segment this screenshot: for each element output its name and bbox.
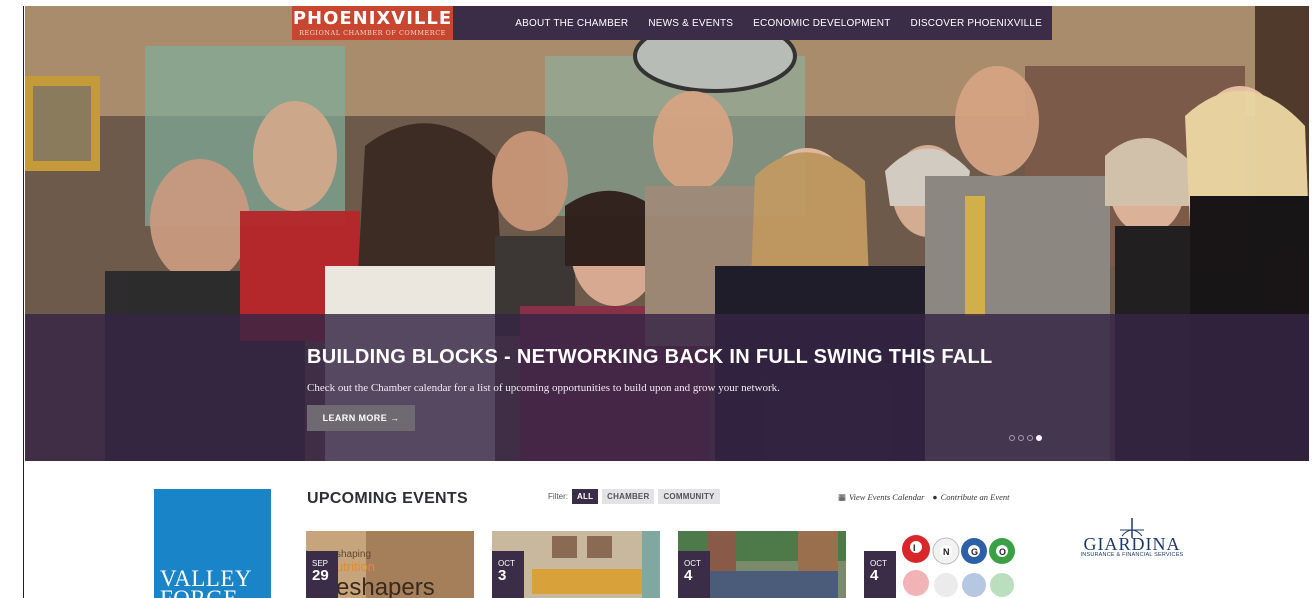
hero-slider: BUILDING BLOCKS - NETWORKING BACK IN FUL… (25, 6, 1309, 461)
filter-community[interactable]: COMMUNITY (658, 489, 720, 504)
event-day: 3 (498, 567, 507, 584)
main-nav: ABOUT THE CHAMBER NEWS & EVENTS ECONOMIC… (453, 6, 1052, 40)
calendar-grid-icon: ▦ (838, 492, 847, 502)
event-date-badge: OCT 4 (678, 551, 710, 598)
slider-dots (1009, 435, 1042, 441)
events-filter: Filter: ALL CHAMBER COMMUNITY (548, 489, 720, 504)
bingo-ball-2: N (943, 547, 950, 557)
filter-all[interactable]: ALL (572, 489, 599, 504)
events-heading: UPCOMING EVENTS (307, 490, 468, 507)
event-day: 4 (870, 567, 879, 584)
slider-dot-1[interactable] (1009, 435, 1015, 441)
event-image-text: eshapers (336, 574, 435, 598)
event-card[interactable]: shaping utrition eshapers SEP 29 (306, 531, 474, 598)
event-card[interactable]: OCT 4 (678, 531, 846, 598)
event-image-small-text-2: utrition (336, 559, 375, 574)
nav-discover[interactable]: DISCOVER PHOENIXVILLE (911, 18, 1042, 29)
sponsor-giardina-name: GIARDINA (1083, 534, 1181, 554)
contribute-event-link[interactable]: ● Contribute an Event (932, 492, 1009, 503)
bingo-ball-1: I (913, 543, 916, 553)
sponsor-valley-forge-text: VALLEY FORGE (160, 566, 252, 598)
slider-dot-3[interactable] (1027, 435, 1033, 441)
plus-circle-icon: ● (932, 492, 938, 502)
event-day: 4 (684, 567, 693, 584)
hero-title: BUILDING BLOCKS - NETWORKING BACK IN FUL… (307, 346, 993, 368)
sponsor-giardina[interactable]: GIARDINA INSURANCE & FINANCIAL SERVICES (1072, 516, 1192, 576)
learn-more-button[interactable]: LEARN MORE → (307, 405, 415, 431)
logo-name: PHOENIXVILLE (292, 8, 453, 29)
event-date-badge: OCT 3 (492, 551, 524, 598)
compass-logo-icon (1120, 518, 1144, 538)
slider-dot-4[interactable] (1036, 435, 1042, 441)
nav-economic-development[interactable]: ECONOMIC DEVELOPMENT (753, 18, 890, 29)
nav-news-events[interactable]: NEWS & EVENTS (648, 18, 733, 29)
hero-caption-band: BUILDING BLOCKS - NETWORKING BACK IN FUL… (25, 314, 1309, 461)
chamber-logo[interactable]: PHOENIXVILLE REGIONAL CHAMBER OF COMMERC… (292, 6, 453, 40)
bingo-ball-3: G (971, 547, 978, 557)
event-card[interactable]: OCT 3 (492, 531, 660, 598)
view-calendar-link[interactable]: ▦ View Events Calendar (838, 492, 924, 503)
contribute-label: Contribute an Event (940, 492, 1010, 502)
sponsor-valley-forge[interactable]: VALLEY FORGE (154, 489, 271, 598)
event-date-badge: SEP 29 (306, 551, 338, 598)
page-left-edge (0, 0, 25, 598)
event-card[interactable]: I N G O OCT 4 (864, 531, 1032, 598)
event-date-badge: OCT 4 (864, 551, 896, 598)
hero-description: Check out the Chamber calendar for a lis… (307, 382, 780, 394)
events-links: ▦ View Events Calendar ● Contribute an Eve… (838, 492, 1010, 503)
event-day: 29 (312, 567, 329, 584)
bingo-ball-4: O (999, 547, 1006, 557)
view-calendar-label: View Events Calendar (849, 492, 925, 502)
filter-label: Filter: (548, 492, 568, 501)
logo-subtitle: REGIONAL CHAMBER OF COMMERCE (299, 29, 446, 37)
slider-dot-2[interactable] (1018, 435, 1024, 441)
nav-about[interactable]: ABOUT THE CHAMBER (515, 18, 628, 29)
sponsor-giardina-sub: INSURANCE & FINANCIAL SERVICES (1080, 552, 1184, 558)
filter-chamber[interactable]: CHAMBER (602, 489, 655, 504)
